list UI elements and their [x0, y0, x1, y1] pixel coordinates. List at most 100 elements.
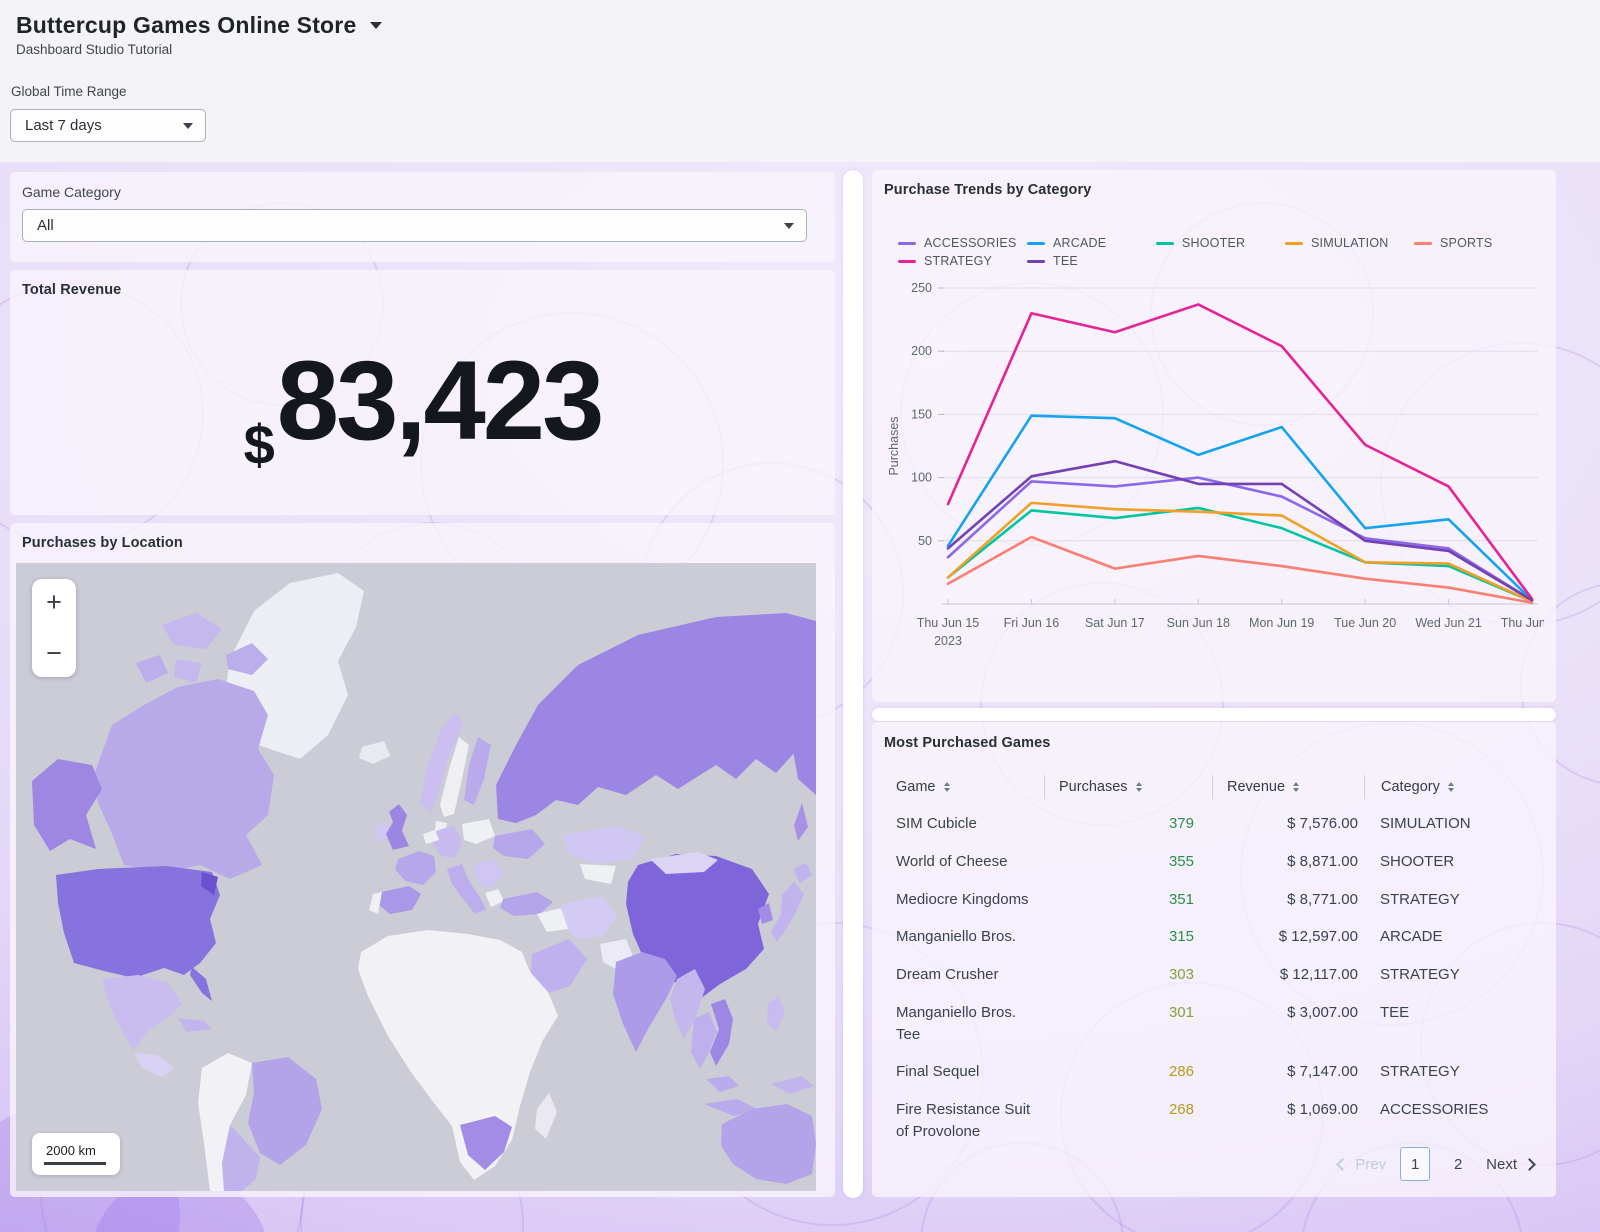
sort-icon — [1448, 782, 1454, 792]
legend-item-strategy[interactable]: STRATEGY — [898, 254, 1027, 268]
game-cell: Mediocre Kingdoms — [896, 881, 1044, 919]
legend-swatch-icon — [898, 260, 916, 263]
legend-swatch-icon — [1027, 260, 1045, 263]
svg-text:Mon Jun 19: Mon Jun 19 — [1249, 616, 1314, 630]
table-row[interactable]: World of Cheese355$ 8,871.00SHOOTER — [896, 843, 1544, 881]
table-header-row: Game Purchases Revenue Category — [896, 775, 1544, 799]
game-cell: Final Sequel — [896, 1053, 1044, 1091]
dashboard-canvas: Game Category All Total Revenue $83,423 … — [0, 162, 1600, 1232]
revenue-number: 83,423 — [277, 345, 602, 457]
svg-text:2023: 2023 — [934, 634, 962, 648]
legend-item-arcade[interactable]: ARCADE — [1027, 236, 1156, 250]
revenue-cell: $ 12,597.00 — [1212, 918, 1364, 956]
map-scale-label: 2000 km — [44, 1143, 106, 1165]
row-divider[interactable] — [872, 708, 1556, 721]
legend-item-tee[interactable]: TEE — [1027, 254, 1156, 268]
purchases-cell: 301 — [1044, 994, 1212, 1032]
table-title: Most Purchased Games — [884, 735, 1544, 751]
purchases-cell: 286 — [1044, 1053, 1212, 1091]
revenue-cell: $ 12,117.00 — [1212, 956, 1364, 994]
title-menu-caret-icon[interactable] — [370, 22, 382, 29]
legend-label: TEE — [1053, 254, 1078, 268]
game-cell: Fire Resistance Suit of Provolone — [896, 1091, 1044, 1151]
chevron-right-icon — [1523, 1158, 1536, 1171]
prev-page-button[interactable]: Prev — [1338, 1156, 1386, 1173]
category-cell: ARCADE — [1364, 918, 1544, 956]
table-row[interactable]: Manganiello Bros.315$ 12,597.00ARCADE — [896, 918, 1544, 956]
map-zoom-in-button[interactable]: + — [46, 589, 62, 616]
game-category-label: Game Category — [22, 184, 823, 200]
world-map[interactable]: + − 2000 km — [16, 563, 816, 1191]
svg-text:Fri Jun 16: Fri Jun 16 — [1004, 616, 1060, 630]
table-row[interactable]: Dream Crusher303$ 12,117.00STRATEGY — [896, 956, 1544, 994]
legend-item-shooter[interactable]: SHOOTER — [1156, 236, 1285, 250]
column-header-category[interactable]: Category — [1364, 775, 1544, 799]
svg-text:150: 150 — [911, 407, 932, 421]
legend-label: ACCESSORIES — [924, 236, 1017, 250]
time-range-select[interactable]: Last 7 days — [10, 109, 206, 142]
column-header-label: Category — [1381, 779, 1440, 795]
series-line-arcade — [948, 416, 1532, 601]
purchases-by-location-panel: Purchases by Location — [10, 523, 835, 1197]
game-cell: SIM Cubicle — [896, 805, 1044, 843]
table-row[interactable]: SIM Cubicle379$ 7,576.00SIMULATION — [896, 805, 1544, 843]
column-header-purchases[interactable]: Purchases — [1044, 775, 1212, 799]
revenue-cell: $ 7,147.00 — [1212, 1053, 1364, 1091]
category-cell: STRATEGY — [1364, 956, 1544, 994]
svg-text:Sat Jun 17: Sat Jun 17 — [1085, 616, 1145, 630]
chevron-down-icon — [784, 223, 794, 229]
legend-item-accessories[interactable]: ACCESSORIES — [898, 236, 1027, 250]
svg-text:Purchases: Purchases — [887, 416, 901, 475]
next-page-button[interactable]: Next — [1486, 1156, 1534, 1173]
map-zoom-control: + − — [32, 579, 76, 677]
page-title: Buttercup Games Online Store — [16, 12, 356, 39]
column-divider[interactable] — [843, 170, 863, 1198]
chevron-left-icon — [1336, 1158, 1349, 1171]
column-header-label: Revenue — [1227, 779, 1285, 795]
revenue-cell: $ 8,871.00 — [1212, 843, 1364, 881]
pagination: Prev 1 2 Next — [1338, 1147, 1534, 1181]
revenue-cell: $ 7,576.00 — [1212, 805, 1364, 843]
column-header-revenue[interactable]: Revenue — [1212, 775, 1364, 799]
category-cell: STRATEGY — [1364, 1053, 1544, 1091]
table-row[interactable]: Mediocre Kingdoms351$ 8,771.00STRATEGY — [896, 881, 1544, 919]
revenue-cell: $ 8,771.00 — [1212, 881, 1364, 919]
world-map-svg — [16, 563, 816, 1191]
trend-line-chart: 50100150200250Thu Jun 15Fri Jun 16Sat Ju… — [884, 274, 1544, 666]
total-revenue-title: Total Revenue — [22, 282, 823, 298]
legend-swatch-icon — [898, 242, 916, 245]
purchases-cell: 351 — [1044, 881, 1212, 919]
sort-icon — [944, 782, 950, 792]
total-revenue-panel: Total Revenue $83,423 — [10, 270, 835, 515]
category-cell: SHOOTER — [1364, 843, 1544, 881]
purchases-cell: 379 — [1044, 805, 1212, 843]
svg-text:100: 100 — [911, 471, 932, 485]
purchases-cell: 315 — [1044, 918, 1212, 956]
game-cell: Manganiello Bros. Tee — [896, 994, 1044, 1054]
svg-text:Thu Jun 15: Thu Jun 15 — [917, 616, 980, 630]
table-row[interactable]: Fire Resistance Suit of Provolone268$ 1,… — [896, 1091, 1544, 1151]
legend-item-simulation[interactable]: SIMULATION — [1285, 236, 1414, 250]
revenue-cell: $ 1,069.00 — [1212, 1091, 1364, 1129]
chart-legend: ACCESSORIES ARCADESHOOTERSIMULATIONSPORTS… — [898, 236, 1558, 268]
table-row[interactable]: Manganiello Bros. Tee301$ 3,007.00TEE — [896, 994, 1544, 1054]
legend-item-sports[interactable]: SPORTS — [1414, 236, 1543, 250]
category-cell: TEE — [1364, 994, 1544, 1032]
table-row[interactable]: Final Sequel286$ 7,147.00STRATEGY — [896, 1053, 1544, 1091]
game-category-select[interactable]: All — [22, 209, 807, 242]
game-cell: Manganiello Bros. — [896, 918, 1044, 956]
most-purchased-games-panel: Most Purchased Games Game Purchases Revenu… — [872, 722, 1556, 1197]
page-2-button[interactable]: 2 — [1444, 1148, 1472, 1180]
column-header-game[interactable]: Game — [896, 775, 1044, 799]
legend-label: STRATEGY — [924, 254, 992, 268]
map-title: Purchases by Location — [22, 535, 823, 551]
map-scale-bar: 2000 km — [32, 1133, 120, 1175]
svg-text:Wed Jun 21: Wed Jun 21 — [1415, 616, 1482, 630]
map-zoom-out-button[interactable]: − — [46, 640, 62, 667]
legend-swatch-icon — [1156, 242, 1174, 245]
revenue-cell: $ 3,007.00 — [1212, 994, 1364, 1032]
page-1-button[interactable]: 1 — [1400, 1147, 1430, 1181]
column-header-label: Purchases — [1059, 779, 1128, 795]
category-cell: SIMULATION — [1364, 805, 1544, 843]
currency-symbol: $ — [244, 412, 275, 477]
